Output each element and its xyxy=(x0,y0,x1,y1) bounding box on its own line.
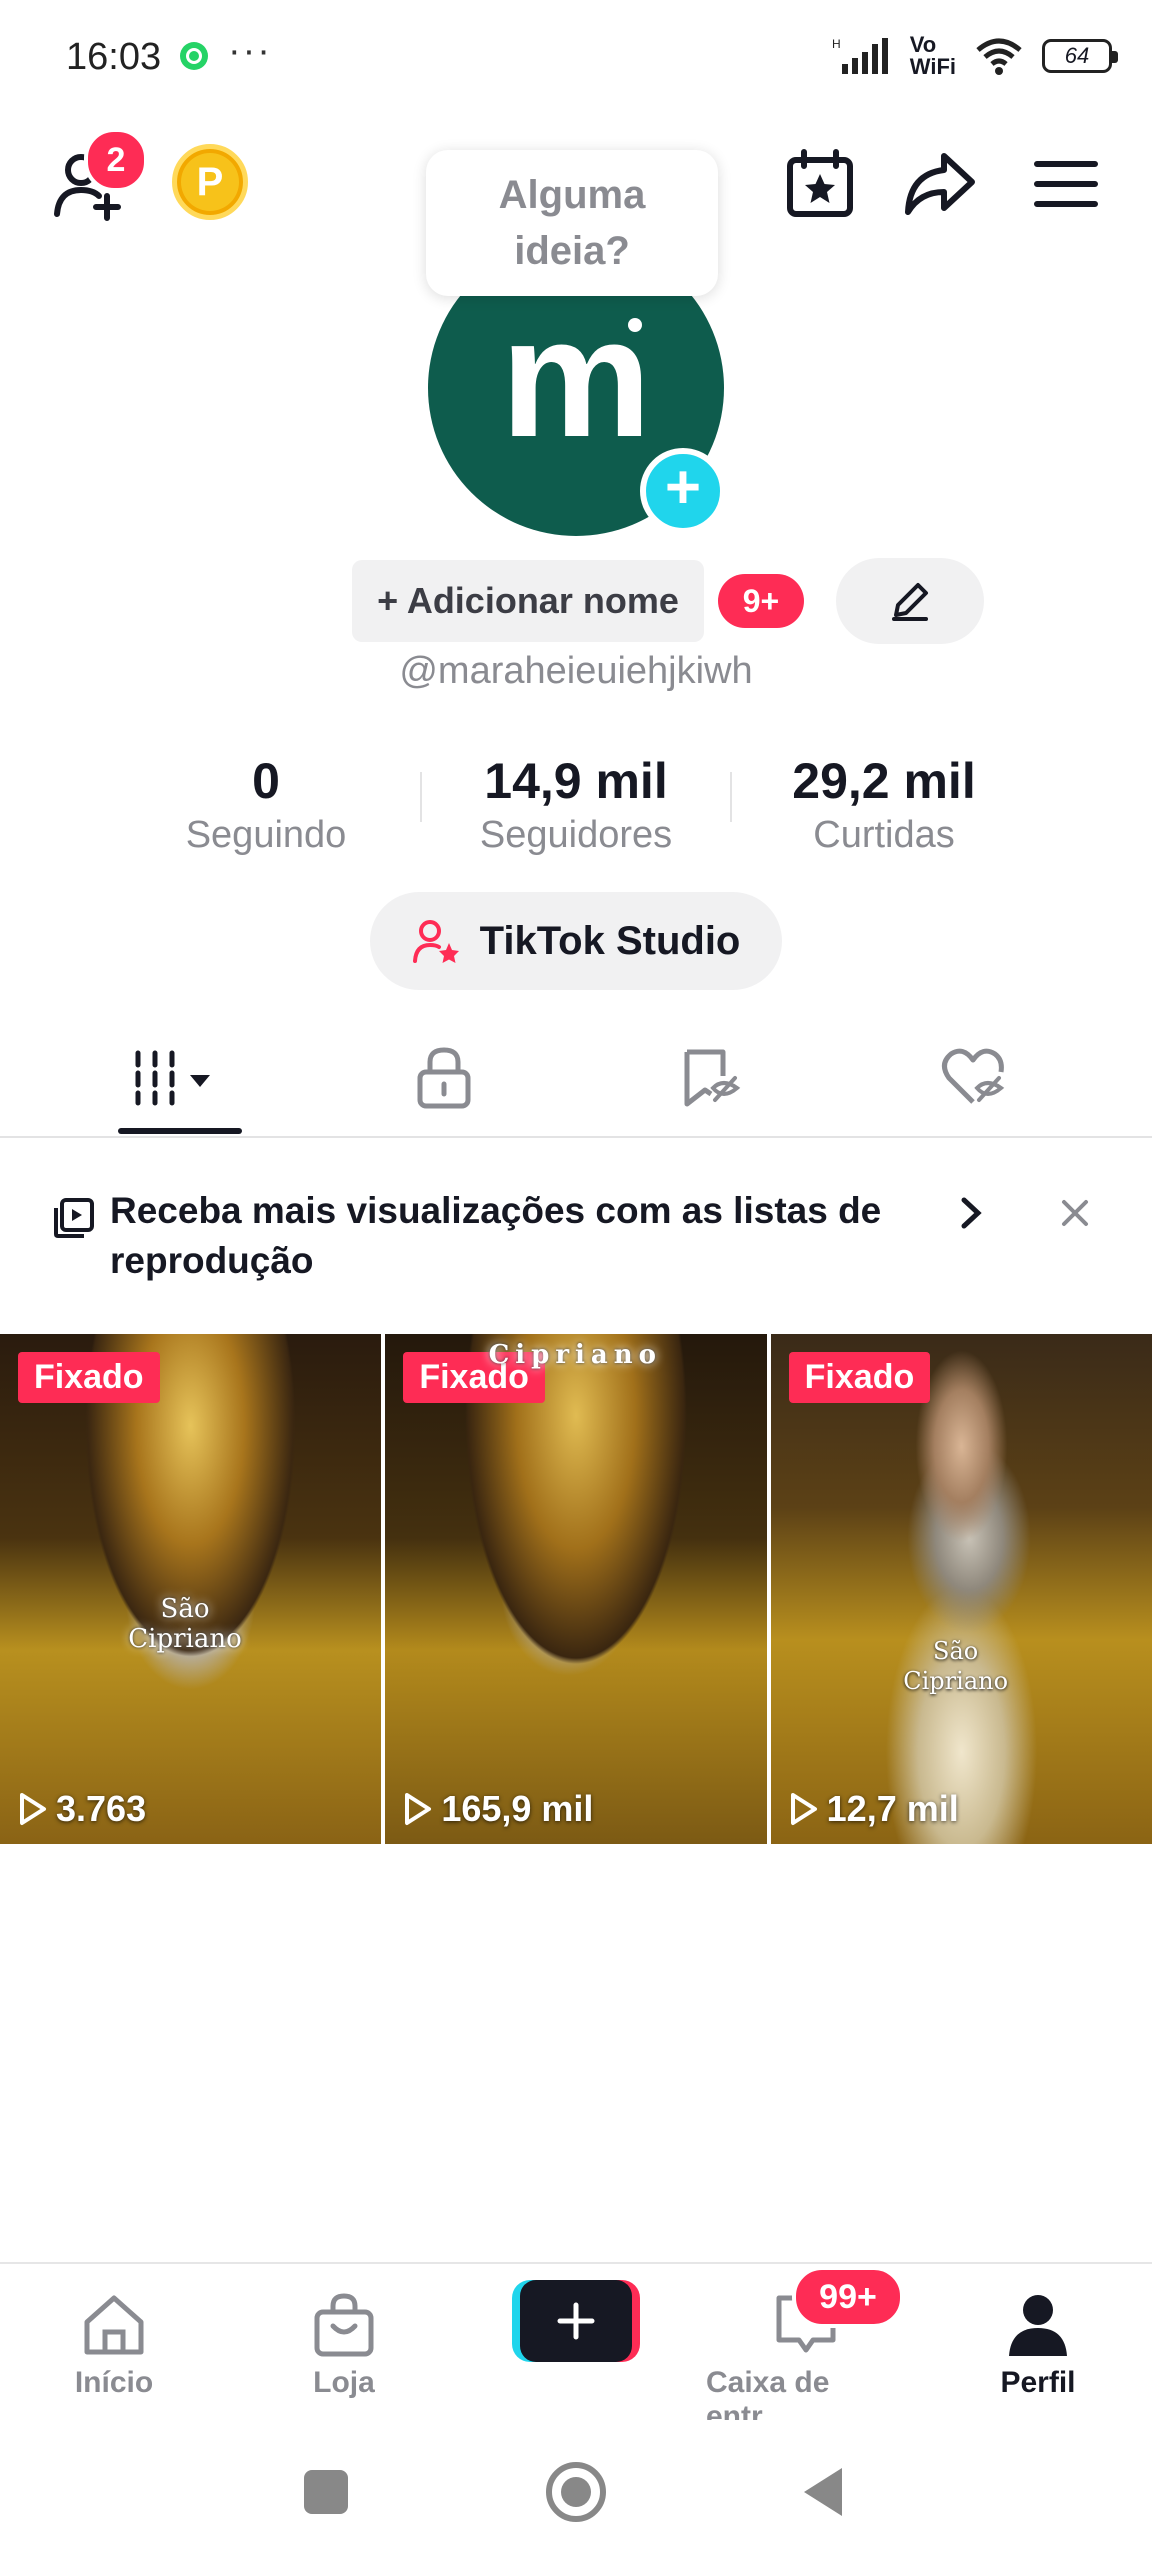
whatsapp-notification-icon xyxy=(176,38,212,79)
play-icon xyxy=(20,1793,46,1825)
nav-profile[interactable]: Perfil xyxy=(938,2290,1138,2400)
inbox-badge: 99+ xyxy=(792,2266,904,2328)
stat-following[interactable]: 0 Seguindo xyxy=(146,752,386,857)
stat-likes-value: 29,2 mil xyxy=(792,753,976,809)
add-name-button[interactable]: + Adicionar nome xyxy=(352,560,704,642)
calendar-star-icon xyxy=(787,149,853,217)
creator-star-icon xyxy=(412,920,459,963)
username: @maraheieuiehjkiwh xyxy=(399,650,753,692)
video-views: 3.763 xyxy=(18,1788,146,1830)
calendar-events-button[interactable] xyxy=(780,144,860,224)
heart-hidden-icon xyxy=(942,1048,1005,1104)
video-grid: Fixado São Cipriano 3.763 Fixado Ciprian… xyxy=(0,1334,1152,1844)
stat-followers-value: 14,9 mil xyxy=(484,753,668,809)
menu-button[interactable] xyxy=(1026,144,1106,224)
video-views-count: 165,9 mil xyxy=(441,1788,594,1829)
pinned-badge: Fixado xyxy=(788,1352,931,1403)
video-views: 165,9 mil xyxy=(403,1788,593,1830)
more-notifications-icon: ··· xyxy=(228,30,272,72)
vowifi-label: Vo WiFi xyxy=(909,32,956,79)
tabs-divider xyxy=(0,1136,1152,1138)
chevron-right-icon[interactable] xyxy=(956,1196,986,1235)
home-system-button[interactable] xyxy=(544,2460,608,2524)
share-icon xyxy=(905,153,975,215)
video-views-count: 3.763 xyxy=(56,1788,147,1829)
stat-divider xyxy=(730,772,732,822)
nav-home-label: Início xyxy=(74,2366,154,2399)
close-icon[interactable] xyxy=(1058,1196,1092,1235)
stat-following-label: Seguindo xyxy=(185,814,347,856)
play-icon xyxy=(790,1793,817,1825)
svg-text:H: H xyxy=(832,37,841,51)
edit-profile-button[interactable] xyxy=(836,558,984,644)
stat-likes[interactable]: 29,2 mil Curtidas xyxy=(764,752,1004,857)
idea-tooltip-text: Alguma ideia? xyxy=(498,173,646,273)
tab-private[interactable] xyxy=(374,1032,514,1122)
video-views: 12,7 mil xyxy=(789,1788,959,1830)
playlist-icon xyxy=(52,1196,96,1245)
avatar-letter: m xyxy=(500,283,652,473)
nav-shop[interactable]: Loja xyxy=(244,2290,444,2400)
recents-button[interactable] xyxy=(304,2470,348,2514)
pinned-badge: Fixado xyxy=(18,1352,160,1403)
tiktok-studio-label: TikTok Studio xyxy=(479,918,741,963)
video-thumbnail[interactable]: Fixado São Cipriano 3.763 xyxy=(0,1334,382,1844)
stat-followers[interactable]: 14,9 mil Seguidores xyxy=(456,752,696,857)
battery-icon: 64 xyxy=(1042,39,1118,73)
signal-icon: H xyxy=(832,37,888,74)
status-time: 16:03 xyxy=(66,36,162,78)
coin-icon[interactable]: P xyxy=(172,144,248,220)
lock-icon xyxy=(417,1047,471,1109)
stat-followers-label: Seguidores xyxy=(479,814,673,856)
hamburger-menu-icon xyxy=(1034,161,1098,207)
video-views-count: 12,7 mil xyxy=(826,1788,959,1829)
system-navigation-bar xyxy=(0,2420,1152,2560)
stat-likes-label: Curtidas xyxy=(813,814,955,856)
stat-divider xyxy=(420,772,422,822)
avatar-dot xyxy=(628,318,642,332)
home-circle-icon xyxy=(546,2462,606,2522)
nav-home[interactable]: Início xyxy=(14,2290,214,2400)
tiktok-studio-button[interactable]: TikTok Studio xyxy=(370,892,782,990)
pencil-icon xyxy=(892,583,928,621)
tab-active-indicator xyxy=(118,1128,242,1134)
idea-tooltip[interactable]: Alguma ideia? xyxy=(426,150,718,296)
play-icon xyxy=(405,1793,432,1825)
video-thumbnail[interactable]: Fixado São Cipriano 12,7 mil xyxy=(770,1334,1152,1844)
video-overlay-text: Cipriano xyxy=(488,1340,663,1370)
video-thumbnail[interactable]: Fixado Cipriano 165,9 mil xyxy=(385,1334,767,1844)
status-icons: H Vo WiFi 64 xyxy=(832,32,1118,79)
share-button[interactable] xyxy=(900,144,980,224)
video-overlay-text: São Cipriano xyxy=(128,1594,242,1654)
name-badge: 9+ xyxy=(718,574,804,628)
stat-following-value: 0 xyxy=(252,753,280,809)
nav-profile-label: Perfil xyxy=(1000,2366,1076,2399)
back-button[interactable] xyxy=(800,2464,848,2525)
bookmark-hidden-icon xyxy=(684,1049,741,1107)
grid-videos-icon xyxy=(135,1050,210,1106)
nav-shop-label: Loja xyxy=(313,2366,375,2399)
create-button[interactable] xyxy=(512,2280,640,2362)
home-icon xyxy=(84,2295,144,2355)
video-overlay-text: São Cipriano xyxy=(903,1637,1009,1695)
tab-saved[interactable] xyxy=(640,1032,780,1122)
tab-videos[interactable] xyxy=(110,1032,250,1122)
playlist-banner-text: Receba mais visualizações com as listas … xyxy=(110,1190,882,1281)
wifi-icon xyxy=(976,38,1022,75)
plus-icon xyxy=(557,2302,595,2340)
tab-liked[interactable] xyxy=(904,1032,1044,1122)
back-triangle-icon xyxy=(804,2468,842,2516)
shopping-bag-icon xyxy=(314,2293,374,2357)
friends-count-badge: 2 xyxy=(84,128,148,192)
add-avatar-button[interactable]: + xyxy=(640,448,726,534)
profile-icon xyxy=(1009,2295,1067,2356)
